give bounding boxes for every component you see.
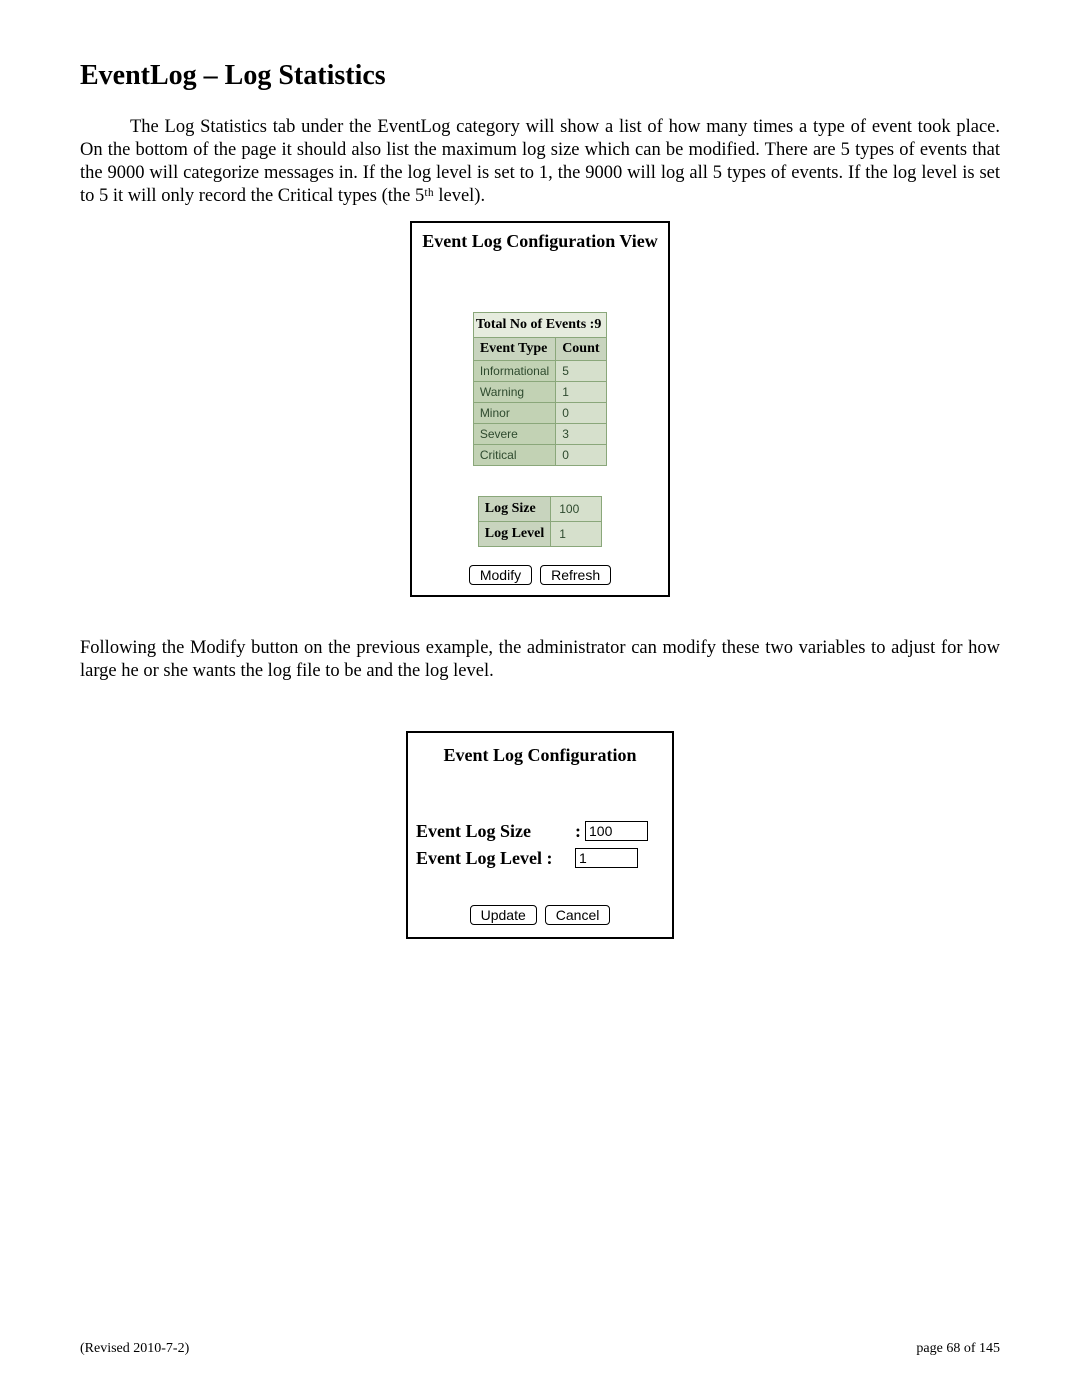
log-level-label: Log Level: [478, 521, 551, 546]
event-count-cell: 0: [556, 444, 607, 465]
col-event-type: Event Type: [473, 337, 555, 360]
total-events-value: 9: [594, 317, 601, 332]
col-count: Count: [556, 337, 607, 360]
table-row: Minor 0: [473, 402, 606, 423]
log-size-label: Log Size: [478, 496, 551, 521]
panel2-title: Event Log Configuration: [416, 745, 664, 766]
event-type-cell: Informational: [473, 360, 555, 381]
event-count-cell: 5: [556, 360, 607, 381]
modify-button[interactable]: Modify: [469, 565, 532, 585]
event-log-size-label: Event Log Size: [416, 821, 571, 842]
table-row: Warning 1: [473, 381, 606, 402]
event-stats-table: Total No of Events :9 Event Type Count I…: [473, 312, 607, 466]
table-row: Critical 0: [473, 444, 606, 465]
intro-paragraph: The Log Statistics tab under the EventLo…: [80, 116, 1000, 209]
refresh-button[interactable]: Refresh: [540, 565, 611, 585]
table-row: Severe 3: [473, 423, 606, 444]
page-footer: (Revised 2010-7-2) page 68 of 145: [80, 1341, 1000, 1357]
second-paragraph: Following the Modify button on the previ…: [80, 637, 1000, 683]
event-count-cell: 0: [556, 402, 607, 423]
event-log-view-panel: Event Log Configuration View Total No of…: [410, 221, 670, 597]
event-log-size-input[interactable]: [585, 821, 648, 841]
event-type-cell: Minor: [473, 402, 555, 423]
event-log-level-row: Event Log Level :: [416, 848, 664, 869]
event-count-cell: 1: [556, 381, 607, 402]
table-row: Informational 5: [473, 360, 606, 381]
event-log-level-label: Event Log Level :: [416, 848, 571, 869]
event-log-level-input[interactable]: [575, 848, 638, 868]
total-events-label: Total No of Events :: [476, 317, 595, 332]
total-events-caption: Total No of Events :9: [473, 312, 607, 337]
log-size-value: 100: [551, 496, 602, 521]
event-log-config-panel: Event Log Configuration Event Log Size :…: [406, 731, 674, 939]
event-log-size-row: Event Log Size :: [416, 821, 664, 842]
event-count-cell: 3: [556, 423, 607, 444]
event-type-cell: Critical: [473, 444, 555, 465]
footer-revised: (Revised 2010-7-2): [80, 1341, 189, 1357]
event-type-cell: Warning: [473, 381, 555, 402]
panel1-title: Event Log Configuration View: [420, 231, 660, 252]
update-button[interactable]: Update: [470, 905, 537, 925]
footer-page-number: page 68 of 145: [916, 1341, 1000, 1357]
colon: :: [575, 821, 581, 842]
cancel-button[interactable]: Cancel: [545, 905, 611, 925]
event-type-cell: Severe: [473, 423, 555, 444]
log-level-value: 1: [551, 521, 602, 546]
page-title: EventLog – Log Statistics: [80, 60, 1000, 92]
size-level-table: Log Size 100 Log Level 1: [478, 496, 603, 547]
